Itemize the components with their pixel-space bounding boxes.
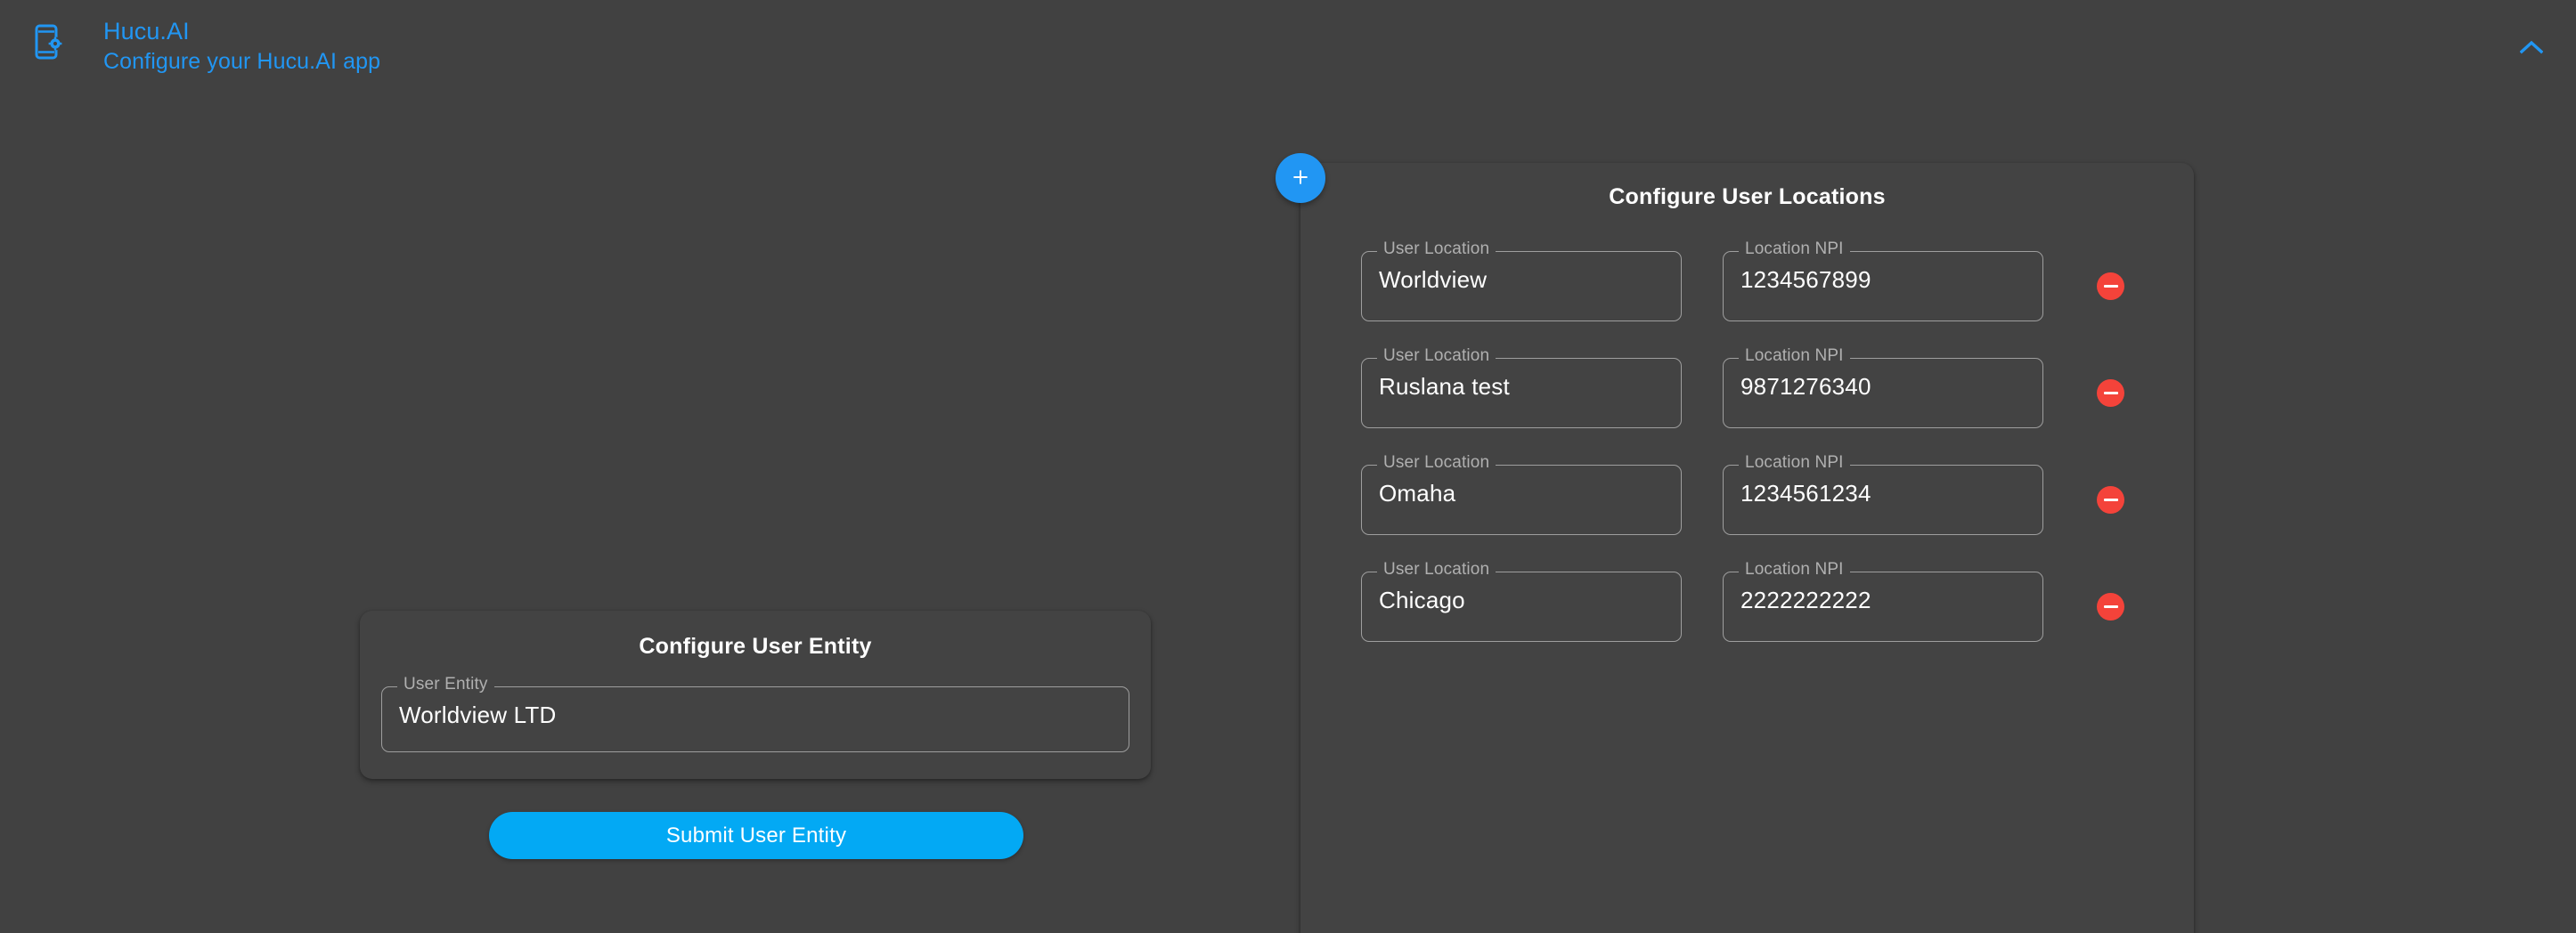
remove-location-button[interactable] xyxy=(2097,272,2124,300)
location-npi-input[interactable] xyxy=(1740,266,2026,294)
configure-user-entity-card: Configure User Entity User Entity xyxy=(360,611,1151,779)
remove-location-button[interactable] xyxy=(2097,593,2124,621)
add-location-button[interactable] xyxy=(1276,153,1325,203)
location-row: User Location Location NPI xyxy=(1300,239,2194,321)
collapse-panel-button[interactable] xyxy=(2514,34,2549,64)
location-npi-label: Location NPI xyxy=(1739,346,1850,366)
locations-list: User Location Location NPI User Location Lo… xyxy=(1300,239,2194,642)
user-entity-field[interactable]: User Entity xyxy=(381,675,1129,752)
location-npi-label: Location NPI xyxy=(1739,239,1850,259)
app-subtitle: Configure your Hucu.AI app xyxy=(103,48,381,74)
location-npi-field[interactable]: Location NPI xyxy=(1723,239,2043,321)
minus-icon xyxy=(2103,604,2118,609)
user-entity-input[interactable] xyxy=(399,702,1112,729)
user-location-field[interactable]: User Location xyxy=(1361,453,1682,535)
user-location-field[interactable]: User Location xyxy=(1361,560,1682,642)
user-location-label: User Location xyxy=(1377,560,1496,580)
remove-location-button[interactable] xyxy=(2097,379,2124,407)
locations-card-title: Configure User Locations xyxy=(1609,184,1886,209)
user-location-label: User Location xyxy=(1377,346,1496,366)
chevron-up-icon xyxy=(2519,40,2544,59)
user-location-field[interactable]: User Location xyxy=(1361,346,1682,428)
location-npi-input[interactable] xyxy=(1740,480,2026,507)
configure-user-locations-card: Configure User Locations User Location Lo… xyxy=(1300,163,2194,933)
minus-icon xyxy=(2103,498,2118,502)
user-location-input[interactable] xyxy=(1379,266,1664,294)
location-npi-field[interactable]: Location NPI xyxy=(1723,346,2043,428)
location-npi-label: Location NPI xyxy=(1739,560,1850,580)
submit-user-entity-button[interactable]: Submit User Entity xyxy=(489,812,1023,859)
minus-icon xyxy=(2103,284,2118,288)
location-npi-input[interactable] xyxy=(1740,587,2026,614)
phone-gear-icon xyxy=(29,21,69,62)
location-row: User Location Location NPI xyxy=(1300,560,2194,642)
entity-card-title: Configure User Entity xyxy=(639,634,872,659)
user-entity-label: User Entity xyxy=(397,675,494,694)
remove-location-button[interactable] xyxy=(2097,486,2124,514)
location-npi-field[interactable]: Location NPI xyxy=(1723,453,2043,535)
location-row: User Location Location NPI xyxy=(1300,346,2194,428)
user-location-input[interactable] xyxy=(1379,373,1664,401)
app-header: Hucu.AI Configure your Hucu.AI app xyxy=(0,0,2576,98)
app-title: Hucu.AI xyxy=(103,18,190,45)
user-location-input[interactable] xyxy=(1379,587,1664,614)
location-npi-label: Location NPI xyxy=(1739,453,1850,473)
user-location-input[interactable] xyxy=(1379,480,1664,507)
minus-icon xyxy=(2103,391,2118,395)
user-location-label: User Location xyxy=(1377,453,1496,473)
user-location-label: User Location xyxy=(1377,239,1496,259)
header-text-group: Hucu.AI Configure your Hucu.AI app xyxy=(103,16,380,76)
user-location-field[interactable]: User Location xyxy=(1361,239,1682,321)
location-npi-input[interactable] xyxy=(1740,373,2026,401)
location-row: User Location Location NPI xyxy=(1300,453,2194,535)
location-npi-field[interactable]: Location NPI xyxy=(1723,560,2043,642)
plus-icon xyxy=(1292,168,1309,189)
